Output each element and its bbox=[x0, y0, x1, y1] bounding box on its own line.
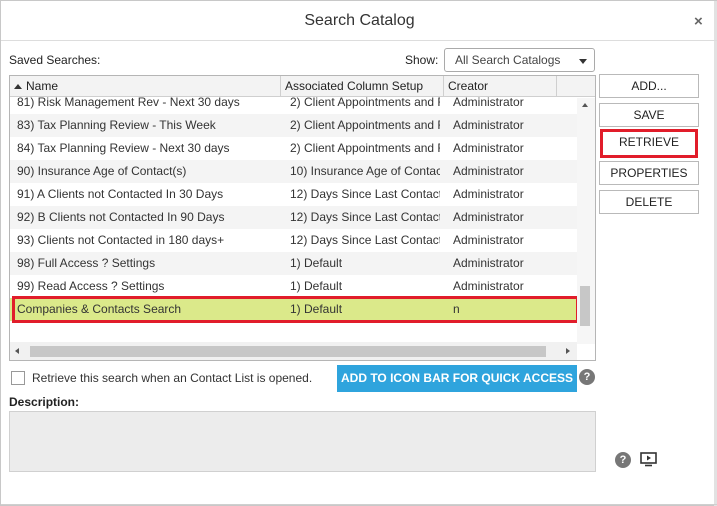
show-label: Show: bbox=[405, 53, 439, 67]
cell-creator: Administrator bbox=[453, 164, 524, 178]
horizontal-scroll-thumb[interactable] bbox=[30, 346, 546, 357]
saved-searches-grid: Name Associated Column Setup Creator 81)… bbox=[9, 75, 596, 361]
table-row[interactable]: 81) Risk Management Rev - Next 30 days 2… bbox=[10, 91, 577, 114]
cell-creator: Administrator bbox=[453, 279, 524, 293]
cell-setup: 12) Days Since Last Contact bbox=[290, 233, 440, 247]
scroll-up-icon[interactable] bbox=[582, 103, 588, 107]
cell-setup: 12) Days Since Last Contact bbox=[290, 210, 440, 224]
catalog-filter-value: All Search Catalogs bbox=[455, 53, 561, 67]
table-row[interactable]: 98) Full Access ? Settings 1) Default Ad… bbox=[10, 252, 577, 275]
help-icon[interactable]: ? bbox=[615, 452, 631, 468]
cell-name: 81) Risk Management Rev - Next 30 days bbox=[17, 95, 240, 109]
catalog-filter-select[interactable]: All Search Catalogs bbox=[444, 48, 595, 72]
cell-name: 83) Tax Planning Review - This Week bbox=[17, 118, 216, 132]
cell-name: 91) A Clients not Contacted In 30 Days bbox=[17, 187, 224, 201]
cell-creator: Administrator bbox=[453, 187, 524, 201]
cell-setup: 1) Default bbox=[290, 279, 343, 293]
retrieve-on-open-label: Retrieve this search when an Contact Lis… bbox=[32, 371, 313, 385]
bottom-divider bbox=[1, 504, 717, 505]
vertical-scroll-thumb[interactable] bbox=[580, 286, 590, 326]
cell-name: 93) Clients not Contacted in 180 days+ bbox=[17, 233, 225, 247]
cell-setup: 12) Days Since Last Contact bbox=[290, 187, 440, 201]
cell-setup: 1) Default bbox=[290, 256, 343, 270]
cell-creator: Administrator bbox=[453, 210, 524, 224]
cell-creator: Administrator bbox=[453, 141, 524, 155]
table-row[interactable]: 91) A Clients not Contacted In 30 Days 1… bbox=[10, 183, 577, 206]
cell-name: 92) B Clients not Contacted In 90 Days bbox=[17, 210, 225, 224]
table-row[interactable]: 93) Clients not Contacted in 180 days+ 1… bbox=[10, 229, 577, 252]
cell-setup: 10) Insurance Age of Contac bbox=[290, 164, 440, 178]
scroll-right-icon[interactable] bbox=[566, 348, 570, 354]
cell-creator: Administrator bbox=[453, 256, 524, 270]
delete-button[interactable]: DELETE bbox=[599, 190, 699, 214]
table-row[interactable]: 84) Tax Planning Review - Next 30 days 2… bbox=[10, 137, 577, 160]
cell-name: 90) Insurance Age of Contact(s) bbox=[17, 164, 187, 178]
cell-setup: 2) Client Appointments and R bbox=[290, 118, 440, 132]
video-icon[interactable] bbox=[640, 452, 657, 467]
search-catalog-dialog: Search Catalog × Saved Searches: Show: A… bbox=[0, 0, 717, 506]
table-row[interactable]: 90) Insurance Age of Contact(s) 10) Insu… bbox=[10, 160, 577, 183]
cell-name: 99) Read Access ? Settings bbox=[17, 279, 165, 293]
properties-button[interactable]: PROPERTIES bbox=[599, 161, 699, 185]
table-row[interactable]: 92) B Clients not Contacted In 90 Days 1… bbox=[10, 206, 577, 229]
retrieve-on-open-checkbox[interactable] bbox=[11, 371, 25, 385]
table-row[interactable]: 99) Read Access ? Settings 1) Default Ad… bbox=[10, 275, 577, 298]
cell-creator: Administrator bbox=[453, 233, 524, 247]
add-to-icon-bar-button[interactable]: ADD TO ICON BAR FOR QUICK ACCESS bbox=[337, 365, 577, 392]
sort-up-icon bbox=[14, 84, 22, 89]
vertical-scrollbar[interactable] bbox=[577, 98, 595, 344]
cell-setup: 2) Client Appointments and R bbox=[290, 95, 440, 109]
help-icon[interactable]: ? bbox=[579, 369, 595, 385]
selection-highlight-box bbox=[12, 296, 579, 323]
horizontal-scrollbar[interactable] bbox=[10, 342, 577, 360]
cell-creator: Administrator bbox=[453, 118, 524, 132]
save-button[interactable]: SAVE bbox=[599, 103, 699, 127]
cell-name: 98) Full Access ? Settings bbox=[17, 256, 156, 270]
retrieve-button[interactable]: RETRIEVE bbox=[600, 129, 698, 158]
saved-searches-label: Saved Searches: bbox=[9, 53, 101, 67]
dialog-title: Search Catalog bbox=[304, 12, 415, 29]
close-icon[interactable]: × bbox=[694, 13, 703, 30]
table-row[interactable]: 83) Tax Planning Review - This Week 2) C… bbox=[10, 114, 577, 137]
cell-name: 84) Tax Planning Review - Next 30 days bbox=[17, 141, 230, 155]
cell-setup: 2) Client Appointments and R bbox=[290, 141, 440, 155]
cell-creator: Administrator bbox=[453, 95, 524, 109]
description-field[interactable] bbox=[9, 411, 596, 472]
title-divider bbox=[1, 40, 717, 41]
description-label: Description: bbox=[9, 395, 80, 409]
add-button[interactable]: ADD... bbox=[599, 74, 699, 98]
chevron-down-icon bbox=[579, 59, 587, 64]
scroll-left-icon[interactable] bbox=[15, 348, 19, 354]
